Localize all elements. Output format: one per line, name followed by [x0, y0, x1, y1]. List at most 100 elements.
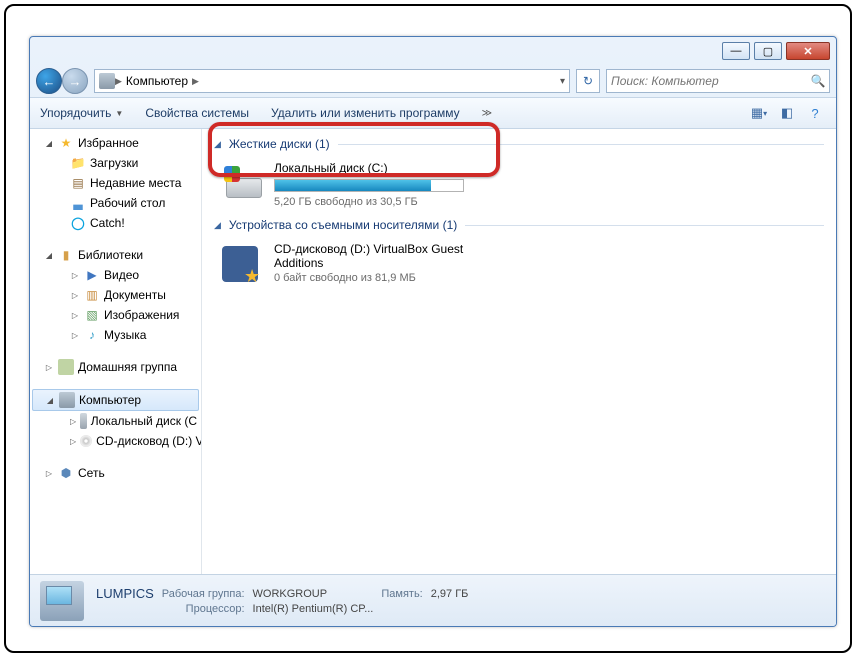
refresh-button[interactable]: ↻ — [576, 69, 600, 93]
preview-pane-button[interactable]: ◧ — [776, 102, 798, 124]
recent-icon: ▤ — [70, 175, 86, 191]
sidebar-item-label: Видео — [104, 268, 139, 282]
drive-name: CD-дисковод (D:) VirtualBox Guest Additi… — [274, 242, 474, 270]
network-icon: ⬢ — [58, 465, 74, 481]
drive-free-text: 0 байт свободно из 81,9 МБ — [274, 272, 474, 284]
collapse-icon[interactable]: ◢ — [214, 139, 221, 150]
collapse-icon[interactable]: ◢ — [214, 220, 221, 231]
cd-icon — [80, 433, 92, 449]
dropdown-icon[interactable]: ▾ — [560, 76, 565, 87]
sidebar-pictures[interactable]: ▷ ▧ Изображения — [30, 305, 201, 325]
navbar: ← → ▶ Компьютер ▶ ▾ ↻ 🔍 — [30, 65, 836, 97]
sidebar: ◢ ★ Избранное 📁 Загрузки ▤ Недавние мест… — [30, 129, 202, 574]
chevron-down-icon: ▼ — [115, 109, 123, 118]
sidebar-desktop[interactable]: ▃ Рабочий стол — [30, 193, 201, 213]
maximize-button[interactable]: ▢ — [754, 42, 782, 60]
drive-name: Локальный диск (C:) — [274, 161, 464, 175]
homegroup-icon — [58, 359, 74, 375]
group-header-label: Устройства со съемными носителями (1) — [229, 218, 457, 232]
sidebar-local-disk[interactable]: ▷ Локальный диск (C — [30, 411, 201, 431]
view-options-button[interactable]: ▦▾ — [748, 102, 770, 124]
sidebar-recent[interactable]: ▤ Недавние места — [30, 173, 201, 193]
sidebar-favorites[interactable]: ◢ ★ Избранное — [30, 133, 201, 153]
expand-icon[interactable]: ▷ — [70, 437, 76, 446]
drive-free-text: 5,20 ГБ свободно из 30,5 ГБ — [274, 196, 464, 208]
expand-icon[interactable]: ▷ — [44, 469, 54, 478]
address-bar[interactable]: ▶ Компьютер ▶ ▾ — [94, 69, 570, 93]
sidebar-music[interactable]: ▷ ♪ Музыка — [30, 325, 201, 345]
organize-label: Упорядочить — [40, 106, 111, 120]
sidebar-libraries[interactable]: ◢ ▮ Библиотеки — [30, 245, 201, 265]
sidebar-item-label: Компьютер — [79, 393, 141, 407]
collapse-icon[interactable]: ◢ — [44, 139, 54, 148]
expand-icon[interactable]: ▷ — [44, 363, 54, 372]
sidebar-catch[interactable]: ◯ Catch! — [30, 213, 201, 233]
sidebar-item-label: Недавние места — [90, 176, 181, 190]
minimize-button[interactable]: — — [722, 42, 750, 60]
sidebar-item-label: Локальный диск (C — [91, 414, 197, 428]
status-memory-value: 2,97 ГБ — [431, 588, 469, 600]
breadcrumb-segment[interactable]: Компьютер — [122, 74, 192, 88]
expand-icon[interactable]: ▷ — [70, 331, 80, 340]
sidebar-homegroup[interactable]: ▷ Домашняя группа — [30, 357, 201, 377]
chevron-right-icon: ▶ — [192, 76, 199, 87]
sidebar-documents[interactable]: ▷ ▥ Документы — [30, 285, 201, 305]
forward-button[interactable]: → — [62, 68, 88, 94]
usage-bar — [274, 179, 464, 192]
status-workgroup-value: WORKGROUP — [253, 588, 374, 600]
main-pane: ◢ Жесткие диски (1) Локальный диск (C:) … — [202, 129, 836, 574]
titlebar: — ▢ ✕ — [30, 37, 836, 65]
star-icon: ★ — [58, 135, 74, 151]
cd-drive-icon — [222, 242, 264, 284]
uninstall-label: Удалить или изменить программу — [271, 106, 460, 120]
collapse-icon[interactable]: ◢ — [45, 396, 55, 405]
computer-large-icon — [40, 581, 84, 621]
group-header-hard-disks[interactable]: ◢ Жесткие диски (1) — [214, 133, 824, 155]
drive-item-c[interactable]: Локальный диск (C:) 5,20 ГБ свободно из … — [214, 155, 824, 214]
desktop-icon: ▃ — [70, 195, 86, 211]
sidebar-item-label: Музыка — [104, 328, 146, 342]
search-box[interactable]: 🔍 — [606, 69, 830, 93]
search-icon: 🔍 — [807, 74, 829, 88]
status-cpu-value: Intel(R) Pentium(R) CP... — [253, 603, 374, 615]
sidebar-item-label: CD-дисковод (D:) Vi — [96, 434, 202, 448]
sidebar-videos[interactable]: ▷ ▶ Видео — [30, 265, 201, 285]
sidebar-cd-drive[interactable]: ▷ CD-дисковод (D:) Vi — [30, 431, 201, 451]
sidebar-computer[interactable]: ◢ Компьютер — [32, 389, 199, 411]
organize-menu[interactable]: Упорядочить ▼ — [40, 106, 123, 120]
sidebar-item-label: Избранное — [78, 136, 139, 150]
sidebar-item-label: Загрузки — [90, 156, 138, 170]
sidebar-downloads[interactable]: 📁 Загрузки — [30, 153, 201, 173]
divider — [465, 225, 824, 226]
sidebar-item-label: Сеть — [78, 466, 105, 480]
library-icon: ▮ — [58, 247, 74, 263]
help-button[interactable]: ? — [804, 102, 826, 124]
expand-icon[interactable]: ▷ — [70, 311, 80, 320]
toolbar-overflow[interactable]: ≫ — [482, 108, 492, 119]
expand-icon[interactable]: ▷ — [70, 291, 80, 300]
system-properties-button[interactable]: Свойства системы — [145, 106, 249, 120]
expand-icon[interactable]: ▷ — [70, 271, 80, 280]
picture-icon: ▧ — [84, 307, 100, 323]
drive-item-d[interactable]: CD-дисковод (D:) VirtualBox Guest Additi… — [214, 236, 824, 290]
close-button[interactable]: ✕ — [786, 42, 830, 60]
search-input[interactable] — [607, 74, 807, 88]
sidebar-network[interactable]: ▷ ⬢ Сеть — [30, 463, 201, 483]
sidebar-item-label: Домашняя группа — [78, 360, 177, 374]
group-header-removable[interactable]: ◢ Устройства со съемными носителями (1) — [214, 214, 824, 236]
back-button[interactable]: ← — [36, 68, 62, 94]
collapse-icon[interactable]: ◢ — [44, 251, 54, 260]
sidebar-item-label: Изображения — [104, 308, 179, 322]
sidebar-item-label: Рабочий стол — [90, 196, 165, 210]
divider — [338, 144, 824, 145]
expand-icon[interactable]: ▷ — [70, 417, 76, 426]
toolbar: Упорядочить ▼ Свойства системы Удалить и… — [30, 97, 836, 129]
drive-icon — [222, 166, 264, 198]
status-bar: LUMPICS Рабочая группа: WORKGROUP Память… — [30, 574, 836, 626]
chevron-right-icon: ▶ — [115, 76, 122, 87]
uninstall-program-button[interactable]: Удалить или изменить программу — [271, 106, 460, 120]
video-icon: ▶ — [84, 267, 100, 283]
drive-icon — [80, 413, 87, 429]
sidebar-item-label: Документы — [104, 288, 166, 302]
status-memory-label: Память: — [381, 588, 422, 600]
